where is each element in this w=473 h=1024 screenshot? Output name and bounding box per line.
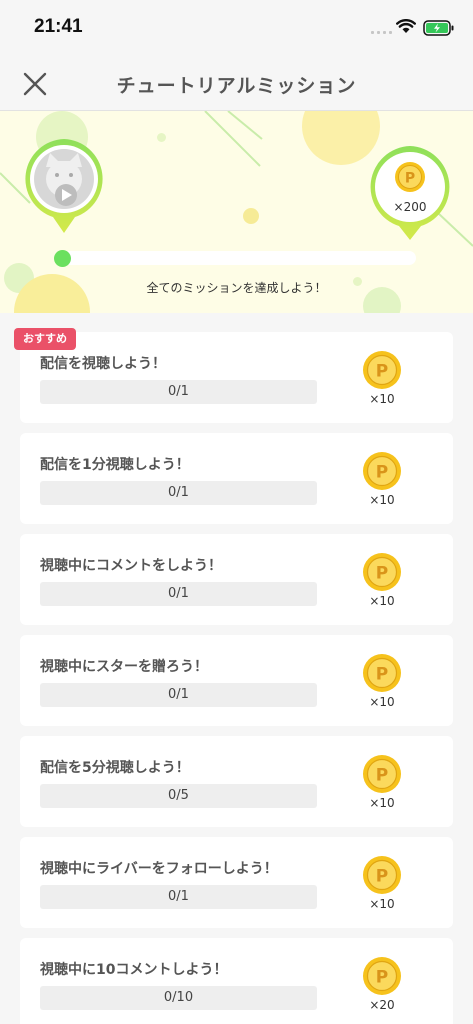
nav-bar: チュートリアルミッション (0, 56, 473, 111)
mission-card[interactable]: 視聴中にコメントをしよう！ 0/1 P ×10 (20, 534, 453, 625)
mission-title: 視聴中にライバーをフォローしよう！ (40, 861, 278, 877)
mission-progress: 0/1 (40, 582, 317, 606)
coin-icon: P (362, 855, 402, 895)
coin-icon: P (362, 552, 402, 592)
mission-title: 視聴中にスターを贈ろう！ (40, 659, 208, 675)
mission-card[interactable]: 配信を視聴しよう！ 0/1 P ×10 (20, 332, 453, 423)
avatar-pin-icon (25, 139, 103, 233)
mission-reward: ×10 (369, 897, 395, 911)
overall-progress-track (60, 251, 416, 265)
banner-reward-amount: ×200 (393, 200, 427, 214)
battery-icon (423, 20, 454, 36)
svg-text:P: P (405, 171, 415, 187)
reward-pin-icon: P (370, 146, 450, 240)
svg-text:P: P (376, 564, 388, 584)
coin-icon: P (362, 956, 402, 996)
svg-text:P: P (376, 463, 388, 483)
coin-icon: P (362, 653, 402, 693)
page-title: チュートリアルミッション (116, 75, 357, 97)
coin-icon: P (362, 754, 402, 794)
mission-card[interactable]: 配信を1分視聴しよう！ 0/1 P ×10 (20, 433, 453, 524)
mission-title: 視聴中に10コメントしよう！ (40, 962, 228, 978)
status-time: 21:41 (34, 16, 83, 37)
banner-message: 全てのミッションを達成しよう！ (146, 281, 327, 295)
mission-progress: 0/5 (40, 784, 317, 808)
mission-progress: 0/1 (40, 481, 317, 505)
mission-reward: ×20 (369, 998, 395, 1012)
mission-reward: ×10 (369, 796, 395, 810)
mission-reward: ×10 (369, 392, 395, 406)
mission-card[interactable]: 視聴中にライバーをフォローしよう！ 0/1 P ×10 (20, 837, 453, 928)
svg-text:P: P (376, 665, 388, 685)
mission-reward: ×10 (369, 493, 395, 507)
mission-reward: ×10 (369, 695, 395, 709)
mission-reward: ×10 (369, 594, 395, 608)
mission-card[interactable]: 視聴中に10コメントしよう！ 0/10 P ×20 (20, 938, 453, 1024)
svg-text:P: P (376, 968, 388, 988)
mission-title: 配信を5分視聴しよう！ (40, 760, 190, 776)
recommended-badge: おすすめ (14, 328, 76, 350)
mission-card[interactable]: 視聴中にスターを贈ろう！ 0/1 P ×10 (20, 635, 453, 726)
svg-text:P: P (376, 867, 388, 887)
coin-icon: P (362, 350, 402, 390)
mission-progress: 0/1 (40, 683, 317, 707)
mission-progress: 0/1 (40, 885, 317, 909)
status-bar: 21:41 (0, 0, 473, 56)
mission-progress: 0/10 (40, 986, 317, 1010)
mission-card[interactable]: 配信を5分視聴しよう！ 0/5 P ×10 (20, 736, 453, 827)
svg-text:P: P (376, 766, 388, 786)
mission-title: 配信を視聴しよう！ (40, 356, 166, 372)
svg-text:P: P (376, 362, 388, 382)
coin-icon: P (362, 451, 402, 491)
signal-icon (371, 31, 392, 34)
mission-title: 配信を1分視聴しよう！ (40, 457, 190, 473)
mission-title: 視聴中にコメントをしよう！ (40, 558, 222, 574)
mission-banner: P ×200 全てのミッションを達成しよう！ (0, 111, 473, 313)
wifi-icon (396, 19, 416, 33)
overall-progress-knob (54, 250, 71, 267)
mission-progress: 0/1 (40, 380, 317, 404)
